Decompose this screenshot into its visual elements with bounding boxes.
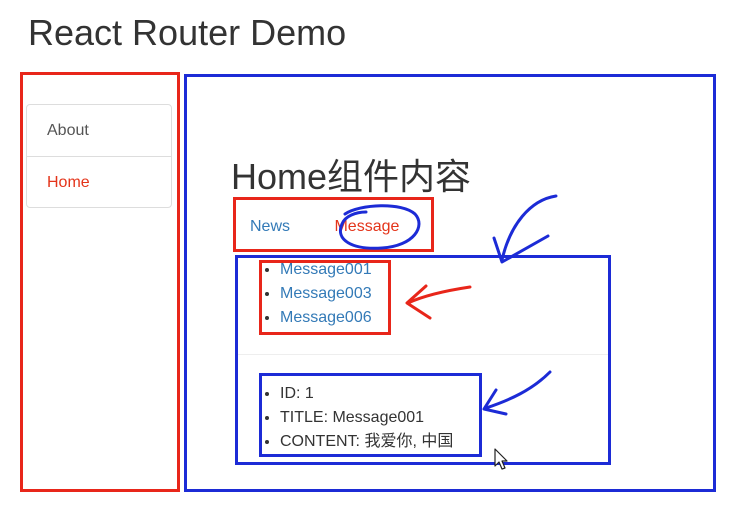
annotation-arrow-top [500,194,558,262]
annotation-circle-message [339,204,421,250]
mouse-cursor-icon [494,448,508,470]
annotation-strokes [339,194,558,416]
